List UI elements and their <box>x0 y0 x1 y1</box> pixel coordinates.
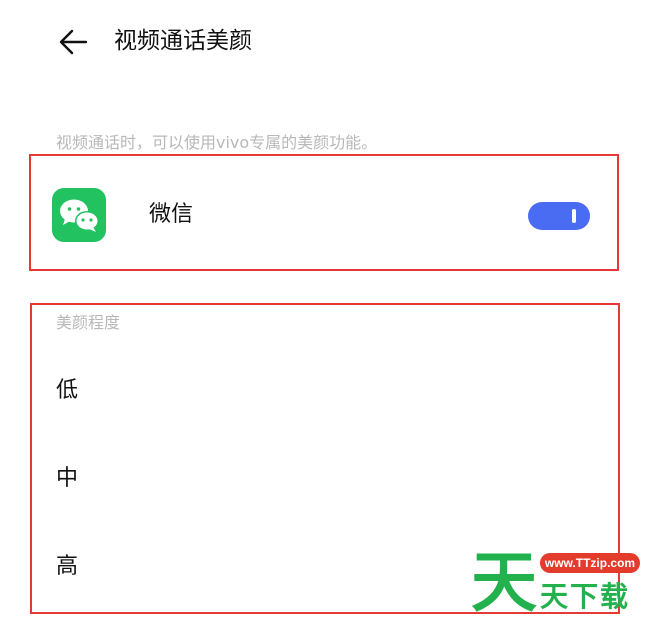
page-title: 视频通话美颜 <box>114 28 252 54</box>
svg-text:天: 天 <box>471 545 537 617</box>
watermark-logo: 天 <box>471 545 537 617</box>
wechat-icon <box>52 188 106 242</box>
level-option-label: 中 <box>56 466 79 491</box>
beauty-toggle[interactable] <box>528 202 590 230</box>
level-option-low[interactable]: 低 <box>32 360 618 422</box>
watermark: 天 www.TTzip.com 天下载 <box>466 545 646 625</box>
arrow-left-icon <box>59 29 88 55</box>
level-option-medium[interactable]: 中 <box>32 448 618 510</box>
beauty-level-label: 美颜程度 <box>56 313 121 332</box>
watermark-text: 天下载 <box>540 580 631 613</box>
watermark-url: www.TTzip.com <box>540 553 640 573</box>
header: 视频通话美颜 <box>0 0 657 84</box>
level-option-label: 高 <box>56 554 79 579</box>
page-description: 视频通话时，可以使用vivo专属的美颜功能。 <box>56 133 378 152</box>
back-button[interactable] <box>56 22 100 62</box>
toggle-knob <box>572 209 576 223</box>
level-option-label: 低 <box>56 378 79 403</box>
wechat-setting-row: 微信 <box>29 154 619 271</box>
app-name: 微信 <box>149 202 194 227</box>
